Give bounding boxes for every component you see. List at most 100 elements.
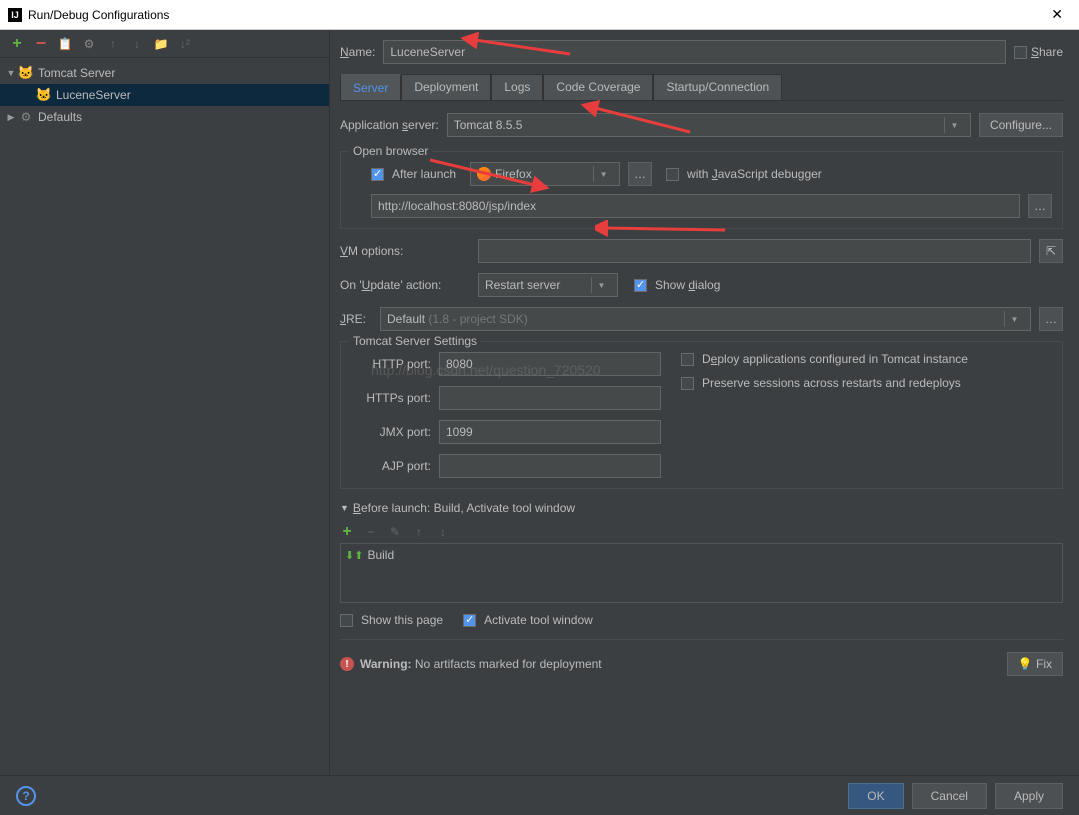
tab-logs[interactable]: Logs	[491, 74, 543, 100]
chevron-right-icon: ▶	[4, 112, 18, 123]
ajp-port-label: AJP port:	[351, 459, 431, 473]
vm-options-row: VM options: ⇱	[340, 239, 1063, 263]
content: Name: Share Server Deployment Logs Code …	[330, 30, 1079, 775]
url-more-button[interactable]: …	[1028, 194, 1052, 218]
app-server-label: Application server:	[340, 118, 439, 132]
before-launch-list[interactable]: ⬇⬆ Build	[340, 543, 1063, 603]
vm-expand-button[interactable]: ⇱	[1039, 239, 1063, 263]
before-launch-toolbar: + − ✎ ↑ ↓	[340, 521, 1063, 543]
down-icon[interactable]: ↓	[436, 525, 450, 539]
chevron-down-icon: ▼	[4, 68, 18, 78]
after-launch-checkbox[interactable]	[371, 168, 384, 181]
preserve-sessions-checkbox[interactable]	[681, 377, 694, 390]
app-server-value: Tomcat 8.5.5	[454, 118, 523, 132]
ok-button[interactable]: OK	[848, 783, 903, 809]
tree-item-defaults[interactable]: ▶ ⚙ Defaults	[0, 106, 329, 128]
share-checkbox[interactable]: Share	[1014, 45, 1063, 59]
browser-more-button[interactable]: …	[628, 162, 652, 186]
server-panel: Application server: Tomcat 8.5.5 ▼ Confi…	[340, 113, 1063, 765]
sort-icon[interactable]: ↓²	[178, 37, 192, 51]
on-update-value: Restart server	[485, 278, 560, 292]
tree-item-lucene-server[interactable]: 🐱 LuceneServer	[0, 84, 329, 106]
chevron-down-icon: ▼	[591, 277, 611, 293]
jmx-port-input[interactable]	[439, 420, 661, 444]
chevron-down-icon: ▼	[944, 117, 964, 133]
share-label: Share	[1031, 45, 1063, 59]
tree-item-tomcat-server[interactable]: ▼ 🐱 Tomcat Server	[0, 62, 329, 84]
main: + − 📋 ⚙ ↑ ↓ 📁 ↓² ▼ 🐱 Tomcat Server 🐱 Luc…	[0, 30, 1079, 775]
tab-server[interactable]: Server	[340, 74, 401, 100]
open-browser-label: Open browser	[349, 144, 432, 158]
tree-label: LuceneServer	[56, 88, 131, 102]
jre-label: JRE:	[340, 312, 372, 326]
tab-deployment[interactable]: Deployment	[401, 74, 491, 100]
jre-value: Default	[387, 312, 428, 326]
remove-icon[interactable]: −	[34, 37, 48, 51]
jmx-port-label: JMX port:	[351, 425, 431, 439]
down-icon[interactable]: ↓	[130, 37, 144, 51]
add-icon[interactable]: +	[340, 525, 354, 539]
bulb-icon: 💡	[1018, 657, 1033, 671]
warning-row: ! Warning: No artifacts marked for deplo…	[340, 652, 1063, 676]
deploy-tomcat-checkbox[interactable]	[681, 353, 694, 366]
show-dialog-checkbox[interactable]	[634, 279, 647, 292]
cancel-button[interactable]: Cancel	[912, 783, 987, 809]
on-update-select[interactable]: Restart server ▼	[478, 273, 618, 297]
list-item[interactable]: ⬇⬆ Build	[345, 548, 1058, 562]
tomcat-icon: 🐱	[36, 87, 52, 103]
fix-button[interactable]: 💡 Fix	[1007, 652, 1063, 676]
show-dialog-label: Show dialog	[655, 278, 720, 292]
activate-tool-checkbox[interactable]	[463, 614, 476, 627]
arrow-annotation	[580, 100, 700, 140]
vm-options-input[interactable]	[478, 239, 1031, 263]
jre-select[interactable]: Default (1.8 - project SDK) ▼	[380, 307, 1031, 331]
https-port-input[interactable]	[439, 386, 661, 410]
close-icon[interactable]: ✕	[1043, 4, 1071, 25]
warning-icon: !	[340, 657, 354, 671]
remove-icon[interactable]: −	[364, 525, 378, 539]
sidebar-toolbar: + − 📋 ⚙ ↑ ↓ 📁 ↓²	[0, 30, 329, 58]
arrow-annotation	[430, 155, 550, 195]
edit-icon[interactable]: ✎	[388, 525, 402, 539]
window-title: Run/Debug Configurations	[28, 8, 169, 22]
deploy-tomcat-label: Deploy applications configured in Tomcat…	[702, 352, 968, 366]
up-icon[interactable]: ↑	[412, 525, 426, 539]
chevron-down-icon: ▼	[593, 166, 613, 182]
js-debugger-checkbox[interactable]	[666, 168, 679, 181]
js-debugger-label: with JavaScript debugger	[687, 167, 822, 181]
divider	[340, 639, 1063, 640]
add-icon[interactable]: +	[10, 37, 24, 51]
on-update-row: On 'Update' action: Restart server ▼ Sho…	[340, 273, 1063, 297]
folder-icon[interactable]: 📁	[154, 37, 168, 51]
jre-row: JRE: Default (1.8 - project SDK) ▼ …	[340, 307, 1063, 331]
chevron-down-icon: ▼	[340, 503, 349, 513]
watermark: http://blog.csdn.net/question_720520	[371, 362, 601, 378]
tab-startup-connection[interactable]: Startup/Connection	[653, 74, 782, 100]
tree-label: Tomcat Server	[38, 66, 115, 80]
apply-button[interactable]: Apply	[995, 783, 1063, 809]
before-launch-header[interactable]: ▼ Before launch: Build, Activate tool wi…	[340, 501, 1063, 515]
tomcat-settings-label: Tomcat Server Settings	[349, 334, 481, 348]
arrow-annotation	[595, 220, 735, 240]
up-icon[interactable]: ↑	[106, 37, 120, 51]
name-label: Name:	[340, 45, 375, 59]
jre-more-button[interactable]: …	[1039, 307, 1063, 331]
show-this-page-label: Show this page	[361, 613, 443, 627]
settings-icon[interactable]: ⚙	[82, 37, 96, 51]
url-input[interactable]	[371, 194, 1020, 218]
jre-hint: (1.8 - project SDK)	[428, 312, 527, 326]
title-bar: IJ Run/Debug Configurations ✕	[0, 0, 1079, 30]
vm-options-label: VM options:	[340, 244, 470, 258]
help-button[interactable]: ?	[16, 786, 36, 806]
https-port-label: HTTPs port:	[351, 391, 431, 405]
gear-icon: ⚙	[18, 109, 34, 125]
name-row: Name: Share	[340, 40, 1063, 64]
configure-button[interactable]: Configure...	[979, 113, 1063, 137]
show-this-page-checkbox[interactable]	[340, 614, 353, 627]
tab-code-coverage[interactable]: Code Coverage	[543, 74, 653, 100]
ajp-port-input[interactable]	[439, 454, 661, 478]
tomcat-icon: 🐱	[18, 65, 34, 81]
config-tree: ▼ 🐱 Tomcat Server 🐱 LuceneServer ▶ ⚙ Def…	[0, 58, 329, 132]
copy-icon[interactable]: 📋	[58, 37, 72, 51]
app-server-select[interactable]: Tomcat 8.5.5 ▼	[447, 113, 971, 137]
